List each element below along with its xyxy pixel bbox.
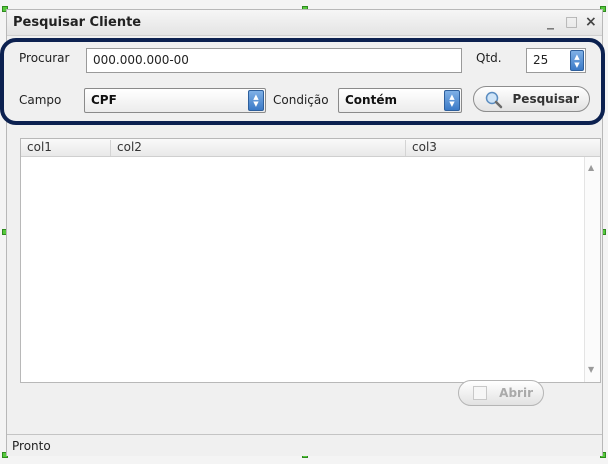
pesquisar-label: Pesquisar (512, 92, 579, 106)
condicao-value: Contém (345, 93, 397, 107)
condicao-label: Condição (273, 93, 329, 107)
qtd-spinner[interactable]: 25 ▲ ▼ (526, 48, 586, 73)
results-grid[interactable]: col1 col2 col3 ▲ ▼ (20, 138, 601, 383)
pesquisar-button[interactable]: Pesquisar (473, 86, 590, 112)
abrir-label: Abrir (499, 386, 533, 400)
column-header-col2[interactable]: col2 (111, 140, 406, 156)
procurar-label: Procurar (19, 51, 70, 65)
column-header-col1[interactable]: col1 (21, 140, 111, 156)
column-header-col3[interactable]: col3 (406, 140, 586, 156)
procurar-input-value: 000.000.000-00 (93, 53, 189, 67)
magnifier-icon (484, 91, 504, 112)
status-bar: Pronto (7, 434, 602, 456)
grid-header: col1 col2 col3 (21, 139, 600, 157)
campo-value: CPF (91, 93, 117, 107)
minimize-button[interactable]: _ (547, 13, 554, 31)
status-text: Pronto (12, 439, 51, 453)
vertical-scrollbar[interactable]: ▲ ▼ (584, 157, 600, 382)
qtd-value: 25 (533, 53, 549, 67)
campo-dropdown-arrow-icon[interactable]: ▲ ▼ (248, 90, 264, 111)
spin-arrows-icon[interactable]: ▲ ▼ (570, 50, 584, 71)
scroll-up-arrow-icon[interactable]: ▲ (588, 163, 594, 172)
qtd-label: Qtd. (476, 51, 502, 65)
procurar-input[interactable]: 000.000.000-00 (86, 48, 462, 73)
condicao-dropdown-arrow-icon[interactable]: ▲ ▼ (444, 90, 460, 111)
close-button[interactable]: × (585, 13, 597, 31)
maximize-button[interactable]: □ (565, 13, 578, 31)
window-title: Pesquisar Cliente (13, 15, 142, 30)
scroll-down-arrow-icon[interactable]: ▼ (588, 365, 594, 374)
condicao-select[interactable]: Contém ▲ ▼ (338, 88, 462, 113)
campo-label: Campo (19, 93, 62, 107)
abrir-checkbox-icon (473, 386, 487, 400)
abrir-button[interactable]: Abrir (458, 380, 544, 406)
campo-select[interactable]: CPF ▲ ▼ (84, 88, 266, 113)
title-bar: Pesquisar Cliente _ □ × (7, 10, 602, 36)
search-panel: Procurar 000.000.000-00 Qtd. 25 ▲ ▼ Campo… (0, 38, 605, 125)
